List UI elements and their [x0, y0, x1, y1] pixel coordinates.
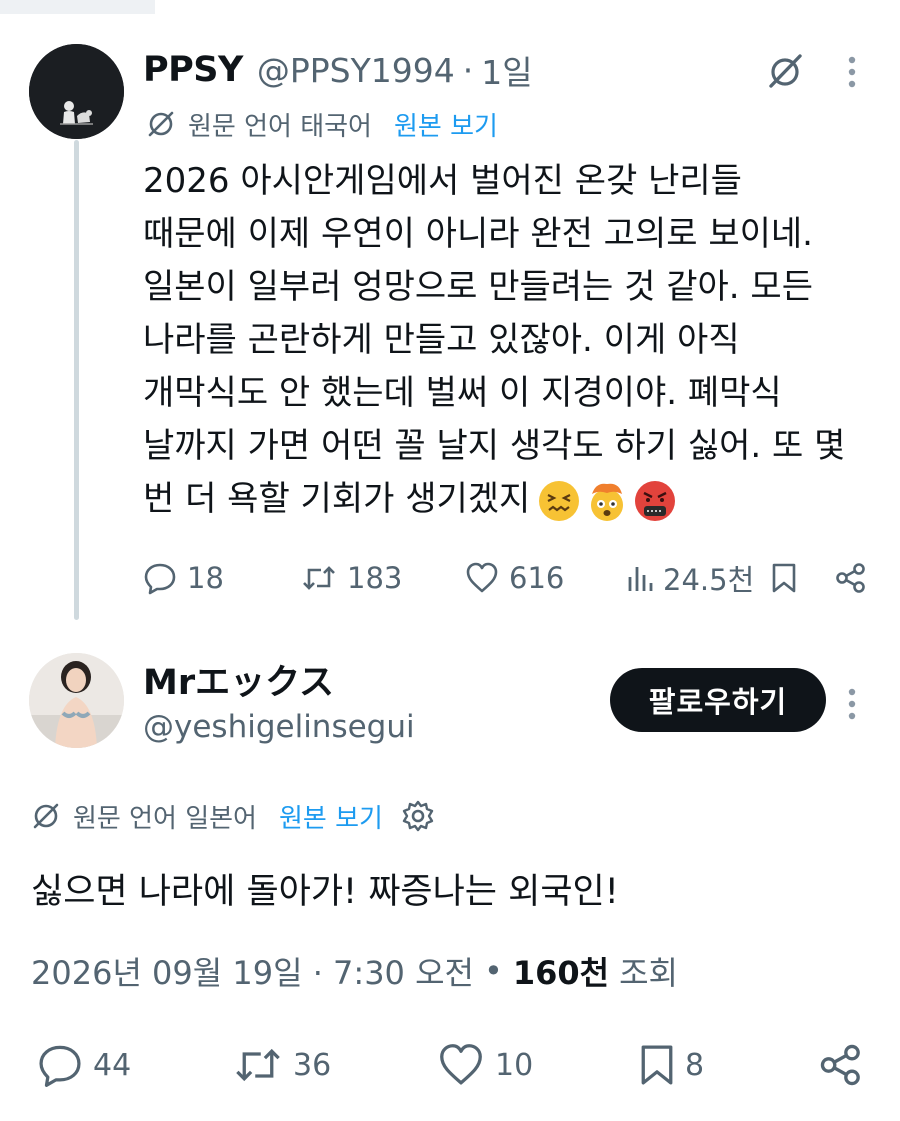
repost-count: 183 — [347, 561, 403, 595]
thread-connector-line — [74, 140, 79, 620]
views-count: 24.5천 — [663, 563, 755, 597]
reply-count: 18 — [187, 561, 224, 595]
heart-icon — [466, 562, 498, 593]
grok-icon[interactable] — [764, 50, 806, 92]
repost-icon — [303, 566, 335, 590]
total-views-count: 160천 — [512, 954, 610, 992]
heart-icon — [440, 1044, 482, 1085]
reply-icon — [39, 1045, 81, 1087]
reply-tweet-text: 싫으면 나라에 돌아가! 짜증나는 외국인! — [31, 872, 619, 912]
tweet-header: PPSY @PPSY1994 · 1일 — [143, 44, 533, 96]
like-count: 616 — [509, 561, 565, 595]
repost-button[interactable]: 36 — [233, 1038, 331, 1092]
confounded-face-emoji — [539, 480, 580, 521]
cursing-face-emoji — [635, 480, 676, 521]
bookmark-button[interactable] — [771, 556, 797, 600]
tweet-text-line: 개막식도 안 했는데 벌써 이 지경이야. 폐막식 — [143, 373, 782, 413]
tweet-text-fragment: 번 더 욕할 기회가 생기겠지 — [143, 479, 531, 519]
user-handle[interactable]: @PPSY1994 — [257, 51, 455, 90]
show-original-link[interactable]: 원본 보기 — [279, 798, 383, 835]
tweet-meta: 2026년 09월 19일 · 7:30 오전 • 160천 조회 — [31, 946, 678, 996]
share-icon — [836, 563, 865, 593]
translation-notice: 원문 언어 태국어 원본 보기 — [146, 106, 498, 142]
tweet-detail-page: PPSY @PPSY1994 · 1일 원문 언어 태국어 원본 보기 2026… — [0, 0, 900, 1121]
share-button[interactable] — [819, 1038, 863, 1092]
reply-display-name[interactable]: Mrエックス — [143, 654, 334, 705]
reply-button[interactable]: 18 — [143, 556, 224, 600]
more-options-icon[interactable] — [840, 684, 864, 724]
repost-button[interactable]: 183 — [301, 556, 402, 600]
reply-avatar[interactable] — [29, 653, 124, 748]
tweet-text-line: 때문에 이제 우연이 아니라 완전 고의로 보이네. — [143, 214, 813, 254]
bookmark-count: 8 — [685, 1047, 705, 1083]
avatar[interactable] — [29, 44, 124, 139]
bookmark-icon — [772, 563, 796, 593]
meta-separator: • — [483, 952, 503, 990]
like-button[interactable]: 616 — [465, 556, 564, 600]
tweet-text-line: 나라를 곤란하게 만들고 있잖아. 이게 아직 — [143, 320, 740, 360]
views-button[interactable]: 24.5천 — [627, 556, 754, 600]
like-count: 10 — [495, 1047, 534, 1083]
translate-icon — [148, 111, 174, 137]
emoji-group — [538, 480, 682, 522]
tweet-text-line-last: 번 더 욕할 기회가 생기겠지 — [143, 473, 883, 526]
repost-count: 36 — [293, 1047, 332, 1083]
follow-button[interactable]: 팔로우하기 — [610, 668, 826, 732]
reply-icon — [144, 563, 176, 595]
reply-button[interactable]: 44 — [37, 1038, 131, 1092]
reply-translation-notice: 원문 언어 일본어 원본 보기 — [31, 798, 435, 834]
gear-icon[interactable] — [401, 799, 435, 833]
share-button[interactable] — [835, 556, 867, 600]
tweet-text-line: 일본이 일부러 엉망으로 만들려는 것 같아. 모든 — [143, 267, 813, 307]
tweet-actions: 18 183 616 24.5천 — [143, 556, 868, 600]
tweet-text: 2026 아시안게임에서 벌어진 온갖 난리들 때문에 이제 우연이 아니라 완… — [143, 155, 883, 526]
top-edge-strip — [0, 0, 155, 14]
reply-user-handle[interactable]: @yeshigelinsegui — [143, 709, 415, 745]
source-language-label: 원문 언어 일본어 — [73, 803, 257, 834]
tweet-text-line: 2026 아시안게임에서 벌어진 온갖 난리들 — [143, 161, 742, 201]
source-language-label: 원문 언어 태국어 — [188, 111, 372, 142]
share-icon — [820, 1044, 860, 1086]
timestamp[interactable]: 1일 — [481, 46, 532, 94]
tweet-text-line: 날까지 가면 어떤 꼴 날지 생각도 하기 싫어. 또 몇 — [143, 426, 846, 466]
exploding-head-emoji — [591, 483, 624, 521]
bookmark-button[interactable]: 8 — [639, 1038, 704, 1092]
more-options-icon[interactable] — [840, 52, 864, 92]
show-original-link[interactable]: 원본 보기 — [394, 106, 498, 143]
post-timestamp[interactable]: 2026년 09월 19일 · 7:30 오전 — [31, 948, 474, 994]
bookmark-icon — [641, 1045, 673, 1085]
reply-count: 44 — [93, 1047, 132, 1083]
separator-dot: · — [462, 50, 474, 90]
translate-icon — [33, 803, 59, 829]
views-label: 조회 — [619, 954, 678, 992]
like-button[interactable]: 10 — [437, 1038, 533, 1092]
repost-icon — [236, 1048, 280, 1082]
views-icon — [628, 567, 653, 591]
reply-tweet-actions: 44 36 10 8 — [31, 1038, 871, 1092]
display-name[interactable]: PPSY — [143, 50, 243, 90]
